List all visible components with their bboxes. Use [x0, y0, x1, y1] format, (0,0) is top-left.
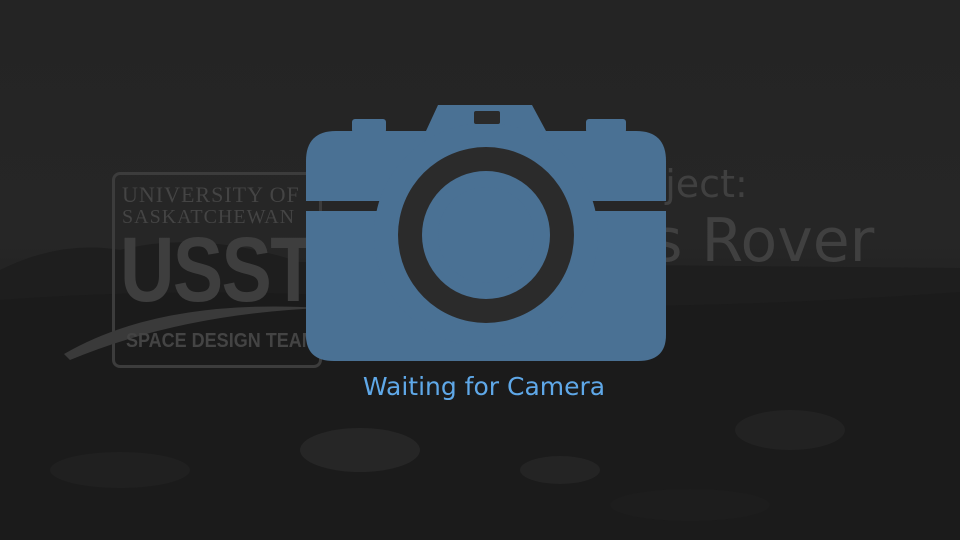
- logo-acronym: USST: [120, 219, 316, 321]
- camera-view: UNIVERSITY OF SASKATCHEWAN USST SPACE DE…: [0, 0, 960, 540]
- logo-university-text: UNIVERSITY OF: [122, 182, 300, 207]
- usst-logo: UNIVERSITY OF SASKATCHEWAN USST SPACE DE…: [60, 168, 330, 373]
- camera-status-text: Waiting for Camera: [362, 372, 606, 401]
- logo-team-text: SPACE DESIGN TEAM: [126, 330, 317, 352]
- camera-icon: [306, 105, 666, 361]
